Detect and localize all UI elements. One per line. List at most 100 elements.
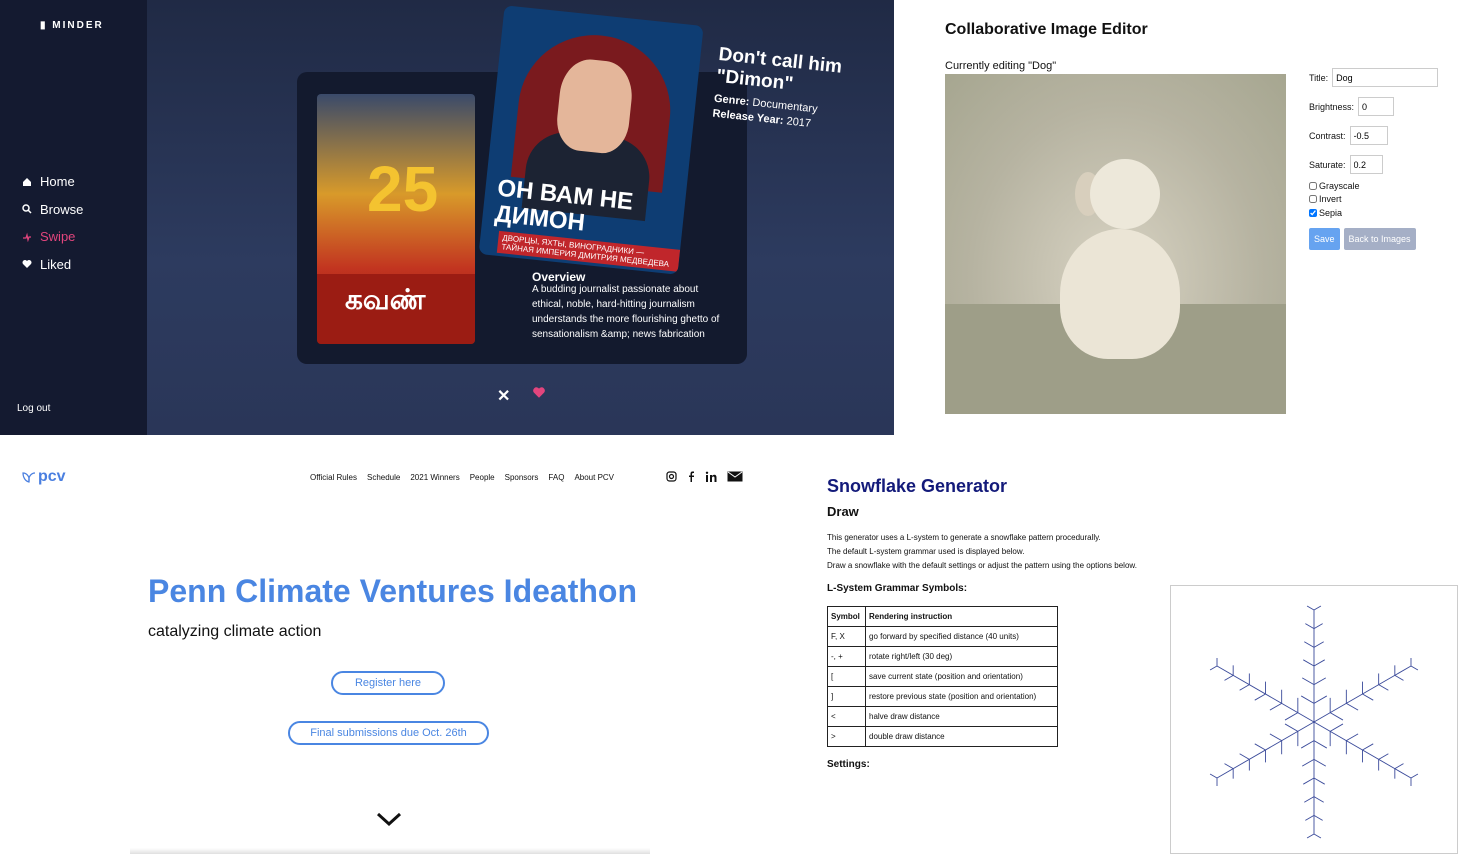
snowflake-branch [1209, 773, 1218, 779]
table-row: > double draw distance [827, 726, 1058, 747]
snowflake-branch [1284, 712, 1299, 721]
nav-home[interactable]: Home [22, 168, 83, 196]
heart-icon [22, 260, 32, 269]
movie-card-front[interactable]: ОН ВАМ НЕ ДИМОН ДВОРЦЫ, ЯХТЫ, ВИНОГРАДНИ… [428, 0, 872, 298]
snowflake-branch [1378, 684, 1389, 691]
minder-app: ▮ MINDER Home Browse Swipe Liked Log out… [0, 0, 894, 435]
snowflake-branch [1346, 733, 1359, 742]
nav-swipe[interactable]: Swipe [22, 223, 83, 251]
contrast-field[interactable] [1349, 126, 1388, 145]
logout-link[interactable]: Log out [17, 403, 50, 414]
section-heading: Draw [827, 504, 859, 519]
dislike-button[interactable]: ✕ [497, 386, 510, 406]
saturate-label: Saturate: [1309, 159, 1346, 170]
nav-liked-label: Liked [40, 256, 72, 272]
back-to-images-button[interactable]: Back to Images [1343, 227, 1416, 250]
snowflake-branch [1239, 753, 1250, 760]
nav-about-pcv[interactable]: About PCV [574, 473, 614, 482]
snowflake-canvas[interactable] [1170, 585, 1458, 854]
instruction-cell: double draw distance [865, 726, 1058, 747]
grammar-heading: L-System Grammar Symbols: [827, 583, 968, 594]
snowflake-branch [1394, 763, 1404, 770]
nav-liked[interactable]: Liked [22, 251, 83, 279]
table-row: < halve draw distance [827, 706, 1058, 727]
settings-heading: Settings: [827, 759, 870, 770]
instruction-cell: halve draw distance [865, 706, 1058, 727]
snowflake-branch [1313, 623, 1323, 630]
symbol-cell: -, + [827, 646, 866, 667]
year-value: 2017 [785, 115, 812, 130]
snowflake-branch [1303, 659, 1315, 667]
mail-icon[interactable] [727, 471, 743, 482]
instagram-icon[interactable] [666, 471, 677, 482]
nav-people[interactable]: People [470, 473, 495, 482]
symbol-cell: < [827, 706, 866, 727]
photo-dog-head [1090, 159, 1160, 229]
snowflake-branch [1362, 743, 1374, 751]
save-button[interactable]: Save [1309, 227, 1340, 250]
facebook-icon[interactable] [687, 471, 695, 482]
brand-name: MINDER [52, 20, 104, 31]
nav-faq[interactable]: FAQ [548, 473, 564, 482]
nav-home-label: Home [40, 174, 75, 190]
snowflake-branch [1394, 674, 1404, 681]
snowflake-branch [1301, 677, 1315, 686]
grayscale-checkbox[interactable] [1309, 181, 1317, 190]
title-field[interactable] [1332, 68, 1439, 87]
snowflake-branch [1269, 702, 1282, 711]
section-divider-shadow [130, 848, 650, 854]
snowflake-branch [1301, 758, 1315, 767]
nav-2021-winners[interactable]: 2021 Winners [410, 473, 459, 482]
snowflake-branch [1269, 733, 1282, 742]
snowflake-branch [1303, 777, 1315, 785]
snowflake-branch [1305, 623, 1315, 630]
description-line: This generator uses a L-system to genera… [827, 533, 1101, 542]
snowflake-branch [1306, 605, 1315, 611]
invert-checkbox[interactable] [1309, 195, 1317, 204]
symbol-cell: [ [827, 666, 866, 687]
snowflake-generator: Snowflake Generator Draw This generator … [760, 435, 1459, 854]
snowflake-branch [1284, 723, 1299, 732]
social-links [666, 471, 743, 482]
pcv-logo[interactable]: pcv [22, 468, 66, 486]
brightness-field[interactable] [1358, 97, 1395, 116]
genre-label: Genre: [713, 92, 751, 109]
snowflake-branch [1313, 740, 1328, 749]
image-editor: Collaborative Image Editor Currently edi… [894, 0, 1459, 435]
saturate-field[interactable] [1349, 155, 1383, 174]
nav-official-rules[interactable]: Official Rules [310, 473, 357, 482]
nav-schedule[interactable]: Schedule [367, 473, 400, 482]
snowflake-branch [1239, 684, 1250, 691]
submission-deadline-button[interactable]: Final submissions due Oct. 26th [288, 721, 489, 745]
grammar-table: Symbol Rendering instruction F, Xgo forw… [827, 606, 1058, 747]
nav-sponsors[interactable]: Sponsors [505, 473, 539, 482]
symbol-cell: > [827, 726, 866, 747]
nav-browse[interactable]: Browse [22, 196, 83, 224]
like-button[interactable] [532, 386, 546, 404]
grayscale-label: Grayscale [1319, 180, 1360, 191]
snowflake-branch [1410, 773, 1419, 779]
poster-title: கவண் [345, 284, 426, 315]
search-icon [22, 204, 32, 214]
linkedin-icon[interactable] [705, 471, 717, 482]
invert-row: Invert [1309, 193, 1438, 207]
title-label: Title: [1309, 72, 1329, 83]
snowflake-branch [1305, 814, 1315, 821]
swipe-icon [23, 232, 31, 242]
chevron-down-icon[interactable] [376, 811, 402, 827]
snowflake-branch [1313, 777, 1325, 785]
instruction-cell: go forward by specified distance (40 uni… [865, 626, 1058, 647]
home-icon [23, 177, 31, 186]
grayscale-row: Grayscale [1309, 179, 1438, 193]
register-button[interactable]: Register here [331, 671, 445, 695]
description-line: Draw a snowflake with the default settin… [827, 561, 1137, 570]
column-header: Rendering instruction [865, 606, 1058, 627]
image-preview [945, 74, 1286, 414]
pcv-logo-text: pcv [38, 468, 66, 485]
snowflake-branch [1300, 740, 1315, 749]
title-row: Title: [1309, 63, 1439, 92]
nav-swipe-label: Swipe [40, 229, 76, 245]
sepia-checkbox[interactable] [1309, 208, 1317, 217]
instruction-cell: save current state (position and orienta… [865, 666, 1058, 687]
movie-info: Don't call him "Dimon" Genre: Documentar… [712, 44, 859, 136]
